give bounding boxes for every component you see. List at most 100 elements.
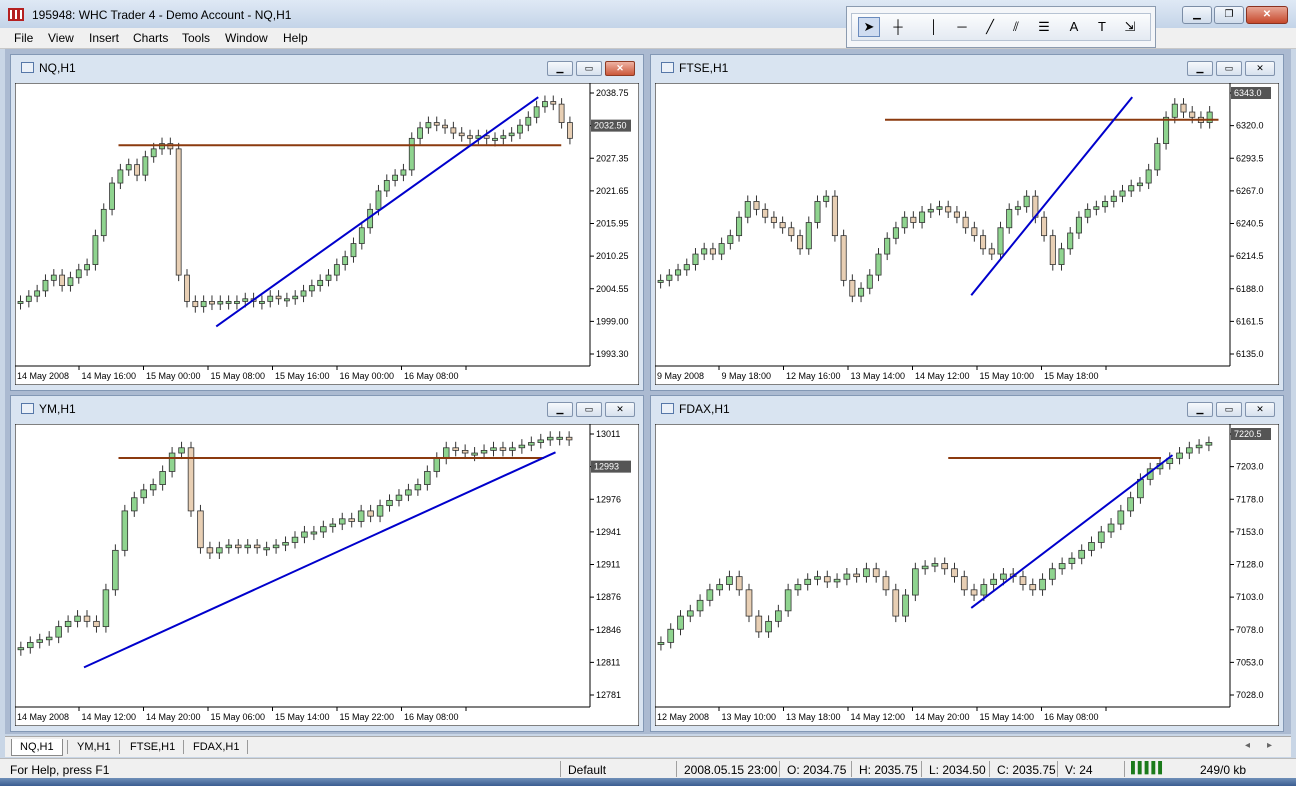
candle-body <box>744 201 751 218</box>
plot-background <box>15 424 639 726</box>
maximize-button[interactable]: ▭ <box>1216 402 1242 417</box>
close-button[interactable]: ✕ <box>1246 6 1288 24</box>
status-traffic: 249/0 kb <box>1200 763 1247 777</box>
candle-body <box>275 295 282 300</box>
candle-body <box>784 589 792 612</box>
close-button[interactable]: ✕ <box>605 61 635 76</box>
equidistant-channel-icon[interactable]: ⫽ <box>1006 18 1026 36</box>
y-tick-label: 7153.0 <box>1236 527 1264 537</box>
candle-body <box>1117 510 1125 525</box>
menu-window[interactable]: Window <box>225 31 268 45</box>
candle-body <box>927 208 934 213</box>
x-tick-label: 14 May 2008 <box>17 712 69 722</box>
chart-tab-bar: NQ,H1 YM,H1 FTSE,H1 FDAX,H1 ◂ ▸ <box>5 736 1291 757</box>
candle-body <box>206 547 214 554</box>
candle-body <box>779 222 786 229</box>
candle-body <box>866 274 873 289</box>
candle-body <box>910 216 917 223</box>
menu-view[interactable]: View <box>48 31 74 45</box>
minimize-button[interactable]: ▁ <box>1187 402 1213 417</box>
candle-body <box>1058 563 1066 570</box>
candle-body <box>1176 452 1183 459</box>
chart-canvas[interactable]: 2038.75 2032.50 2027.35 2021.65 2015.95 2010.… <box>15 83 639 385</box>
candle-body <box>912 568 919 596</box>
candle-body <box>267 295 274 302</box>
minimize-button[interactable]: ▁ <box>547 402 573 417</box>
minimize-button[interactable]: ▁ <box>1182 6 1212 24</box>
maximize-button[interactable]: ▭ <box>576 402 602 417</box>
candle-body <box>962 216 969 229</box>
text-icon[interactable]: A <box>1064 18 1084 36</box>
trendline-icon[interactable]: ╱ <box>980 18 1000 36</box>
chart-window-ftse[interactable]: FTSE,H1 ▁▭✕ 6346.06320.06293.56267.06240… <box>650 54 1284 391</box>
candle-body <box>200 300 207 308</box>
maximize-button[interactable]: ▭ <box>1216 61 1242 76</box>
chart-window-nq[interactable]: NQ,H1 ▁▭✕ 2038.752032.502027.352021.6520… <box>10 54 644 391</box>
chart-window-ym[interactable]: YM,H1 ▁▭✕ 13011 12993 12976 12941 12911 12876… <box>10 395 644 732</box>
close-button[interactable]: ✕ <box>605 402 635 417</box>
candle-body <box>1154 143 1161 171</box>
candle-body <box>953 211 960 218</box>
x-tick-label: 15 May 14:00 <box>980 712 1035 722</box>
menu-insert[interactable]: Insert <box>89 31 119 45</box>
candle-body <box>1049 235 1056 265</box>
chart-icon <box>661 62 674 73</box>
close-button[interactable]: ✕ <box>1245 402 1275 417</box>
candle-body <box>863 568 870 578</box>
minimize-button[interactable]: ▁ <box>547 61 573 76</box>
x-tick-label: 13 May 14:00 <box>851 371 906 381</box>
close-button[interactable]: ✕ <box>1245 61 1275 76</box>
cursor-icon[interactable]: ➤ <box>858 17 880 37</box>
x-tick-label: 13 May 18:00 <box>786 712 841 722</box>
candle-body <box>142 156 149 176</box>
chart-canvas[interactable]: 6346.06320.06293.56267.06240.56214.56188… <box>655 83 1279 385</box>
crosshair-icon[interactable]: ┼ <box>888 18 908 36</box>
x-tick-label: 16 May 08:00 <box>404 712 459 722</box>
candle-body <box>490 447 497 451</box>
chart-window-fdax[interactable]: FDAX,H1 ▁▭✕ 7228.57203.07178.07153.07128… <box>650 395 1284 732</box>
tab-nq[interactable]: NQ,H1 <box>11 739 63 756</box>
tab-separator <box>67 740 68 754</box>
candle-body <box>50 274 57 281</box>
y-tick-label: 7053.0 <box>1236 657 1264 667</box>
chart-canvas[interactable]: 7228.57203.07178.07153.07128.07103.07078… <box>655 424 1279 726</box>
fibonacci-icon[interactable]: ☰ <box>1034 18 1054 36</box>
candle-body <box>533 106 540 118</box>
minimize-button[interactable]: ▁ <box>1187 61 1213 76</box>
candle-body <box>727 235 734 244</box>
tab-ftse[interactable]: FTSE,H1 <box>122 739 183 755</box>
candle-body <box>884 237 891 255</box>
menu-help[interactable]: Help <box>283 31 308 45</box>
vertical-line-icon[interactable]: │ <box>924 18 944 36</box>
candle-body <box>1078 549 1086 559</box>
candle-body <box>92 235 99 265</box>
text-label-icon[interactable]: T <box>1092 18 1112 36</box>
candle-body <box>357 510 365 522</box>
candle-body <box>814 576 821 580</box>
chart-canvas[interactable]: 13011 12993 12976 12941 12911 12876 12846 12811… <box>15 424 639 726</box>
horizontal-line-icon[interactable]: ─ <box>952 18 972 36</box>
menu-charts[interactable]: Charts <box>133 31 168 45</box>
connection-status-icon: ▌▌▌▌▌ <box>1131 762 1166 774</box>
candle-body <box>159 471 166 486</box>
candle-body <box>1107 523 1115 533</box>
maximize-button[interactable]: ▭ <box>576 61 602 76</box>
candle-body <box>1041 216 1048 237</box>
candle-body <box>1102 201 1109 208</box>
candle-body <box>565 436 573 441</box>
tab-scroll-right-icon[interactable]: ▸ <box>1267 740 1272 751</box>
tab-fdax[interactable]: FDAX,H1 <box>185 739 247 755</box>
tab-scroll-left-icon[interactable]: ◂ <box>1245 740 1250 751</box>
candle-body <box>921 565 929 570</box>
candle-body <box>301 531 308 538</box>
candle-body <box>755 615 763 633</box>
menu-file[interactable]: File <box>14 31 33 45</box>
candle-body <box>892 227 899 239</box>
tab-ym[interactable]: YM,H1 <box>69 739 119 755</box>
restore-button[interactable]: ❐ <box>1214 6 1244 24</box>
status-divider <box>676 761 677 777</box>
arrows-icon[interactable]: ⇲ <box>1120 18 1140 36</box>
candle-body <box>567 122 573 139</box>
menu-tools[interactable]: Tools <box>182 31 210 45</box>
candle-body <box>696 599 704 612</box>
